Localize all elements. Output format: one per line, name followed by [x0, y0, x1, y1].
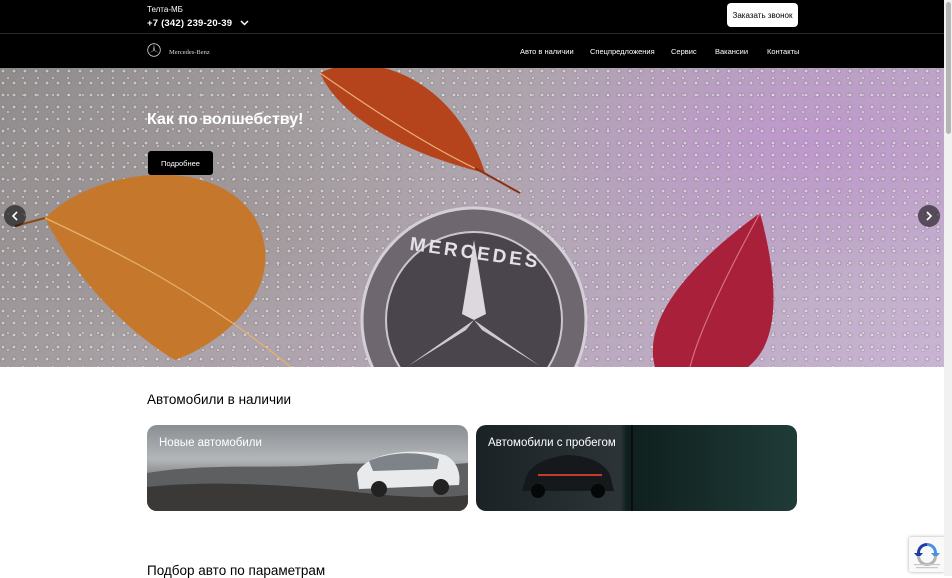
recaptcha-badge[interactable]: [909, 537, 945, 572]
chevron-down-icon[interactable]: [238, 17, 250, 29]
nav-item-stock[interactable]: Авто в наличии: [520, 47, 574, 56]
logo-wordmark: Mercedes-Benz: [169, 48, 210, 56]
nav-item-offers[interactable]: Спецпредложения: [590, 47, 655, 56]
hero-image-art: [14, 68, 774, 367]
phone-dropdown[interactable]: +7 (342) 239-20-39: [147, 17, 250, 29]
new-cars-card[interactable]: Новые автомобили: [147, 425, 468, 511]
hero-banner: MERCEDES Как по волшебству! Подробнее: [0, 68, 944, 367]
used-cars-card[interactable]: Автомобили с пробегом: [476, 425, 797, 511]
chevron-right-icon: [926, 211, 933, 221]
nav-item-service[interactable]: Сервис: [671, 47, 697, 56]
hero-more-button[interactable]: Подробнее: [148, 151, 213, 175]
used-cars-label: Автомобили с пробегом: [488, 437, 616, 449]
chevron-left-icon: [11, 211, 18, 221]
mercedes-star-icon: [147, 43, 161, 57]
scrollbar-thumb[interactable]: [946, 2, 951, 134]
phone-number[interactable]: +7 (342) 239-20-39: [147, 18, 232, 29]
logo[interactable]: Mercedes-Benz: [147, 43, 210, 57]
nav-item-contacts[interactable]: Контакты: [767, 47, 799, 56]
recaptcha-icon: [914, 543, 940, 569]
carousel-next-button[interactable]: [918, 205, 940, 227]
new-cars-label: Новые автомобили: [159, 437, 262, 449]
nav-item-vacancies[interactable]: Вакансии: [715, 47, 748, 56]
hero-title: Как по волшебству!: [147, 111, 304, 128]
main-nav: Mercedes-Benz Авто в наличии Спецпредлож…: [0, 33, 944, 68]
callback-button[interactable]: Заказать звонок: [727, 3, 798, 27]
top-bar: Телта-МБ +7 (342) 239-20-39 Заказать зво…: [0, 0, 944, 33]
carousel-prev-button[interactable]: [4, 205, 26, 227]
dealer-name: Телта-МБ: [147, 5, 183, 14]
stock-section-title: Автомобили в наличии: [147, 392, 292, 407]
